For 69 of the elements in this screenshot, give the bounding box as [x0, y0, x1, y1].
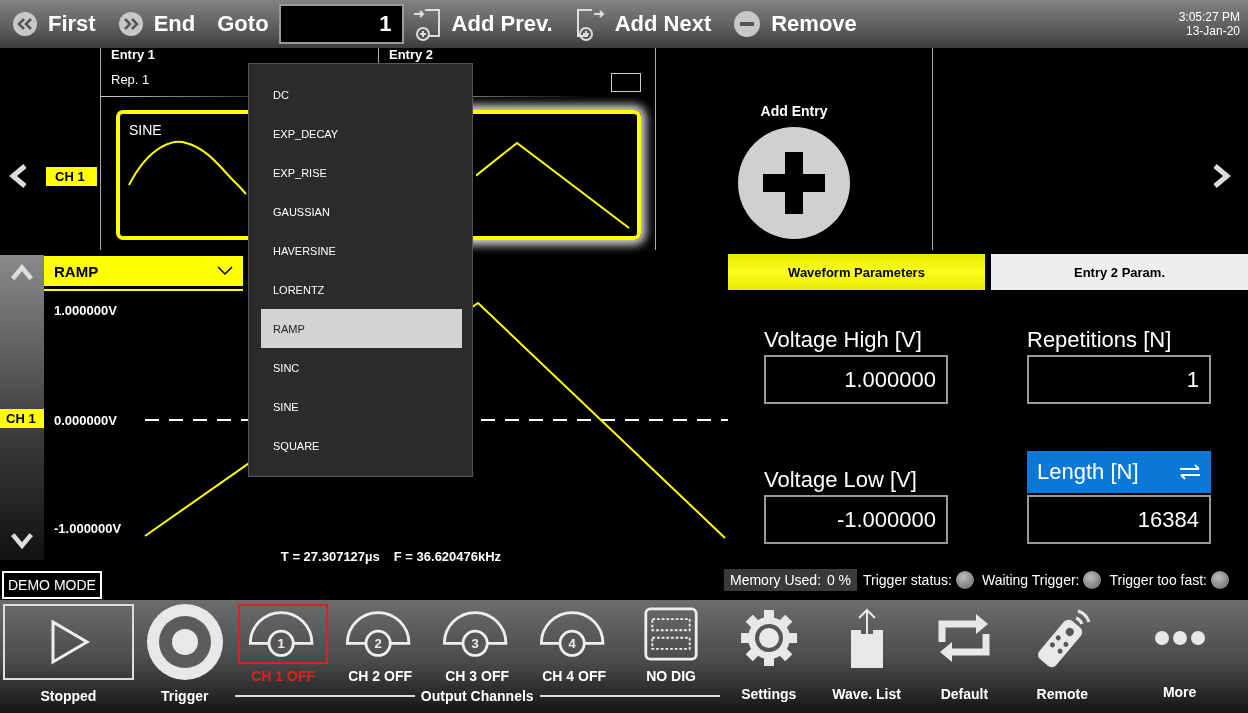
- settings-button[interactable]: Settings: [719, 604, 818, 702]
- dropdown-option[interactable]: SINE: [261, 387, 462, 426]
- frequency-readout: F = 36.620476kHz: [393, 549, 502, 565]
- first-button[interactable]: First: [12, 11, 96, 37]
- channel-scroll-bar[interactable]: CH 1: [0, 255, 44, 560]
- indicator-label: Trigger too fast:: [1109, 572, 1207, 588]
- memory-value: 0 %: [826, 572, 851, 588]
- run-button[interactable]: Stopped: [2, 604, 135, 704]
- waveform-select[interactable]: RAMP: [44, 256, 243, 286]
- chevron-down-icon: [217, 266, 233, 276]
- field-label: Voltage Low [V]: [764, 467, 917, 493]
- number-field[interactable]: 1.000000: [764, 355, 948, 404]
- goto-field[interactable]: 1: [278, 4, 404, 44]
- indicator-label: Waiting Trigger:: [981, 572, 1080, 588]
- tab[interactable]: Entry 2 Param.: [991, 254, 1248, 290]
- more-button[interactable]: More: [1111, 604, 1248, 700]
- channel-button[interactable]: 1 CH 1 OFF: [234, 604, 332, 684]
- add-next-button[interactable]: Add Next: [574, 7, 712, 41]
- demo-mode-badge: DEMO MODE: [2, 571, 102, 599]
- field-label: Repetitions [N]: [1027, 327, 1172, 353]
- dropdown-option[interactable]: SQUARE: [261, 426, 462, 465]
- dropdown-option[interactable]: LORENTZ: [261, 270, 462, 309]
- indicator-label: Trigger status:: [863, 572, 952, 588]
- level-label: 0.000000V: [54, 413, 117, 429]
- entry-title: Entry 2: [389, 48, 434, 62]
- channel-button[interactable]: 4 CH 4 OFF: [525, 604, 623, 684]
- swap-icon: [1179, 464, 1201, 480]
- channel-button[interactable]: 3 CH 3 OFF: [428, 604, 526, 684]
- field-header[interactable]: Length [N]: [1027, 451, 1211, 493]
- number-field[interactable]: 16384: [1027, 495, 1211, 544]
- channel-label: CH 1: [46, 166, 97, 186]
- goto-label: Goto: [217, 11, 269, 37]
- tab[interactable]: Waveform Parameters: [728, 254, 985, 290]
- trigger-button[interactable]: Trigger: [134, 604, 235, 704]
- play-icon: [2, 604, 134, 680]
- level-label: 1.000000V: [54, 303, 117, 319]
- digital-button[interactable]: NO DIG: [622, 604, 720, 684]
- insert-before-icon: [411, 7, 442, 41]
- empty-frame: [611, 73, 641, 92]
- memory-label: Memory Used:: [730, 572, 822, 588]
- channel-label: CH 1: [0, 409, 44, 428]
- number-field[interactable]: -1.000000: [764, 495, 948, 544]
- add-prev-button[interactable]: Add Prev.: [411, 7, 553, 41]
- entry-title: Entry 1: [111, 48, 156, 62]
- channel-button[interactable]: 2 CH 2 OFF: [331, 604, 429, 684]
- group-label: Output Channels: [420, 688, 534, 704]
- clock-date: 13-Jan-20: [1185, 24, 1240, 38]
- entry-repetitions: Rep. 1: [111, 73, 151, 87]
- clock-time: 3:05:27 PM: [1178, 10, 1240, 24]
- end-button[interactable]: End: [117, 11, 196, 37]
- level-label: -1.000000V: [54, 521, 122, 537]
- more-icon: [1154, 631, 1205, 645]
- minus-circle-icon: [733, 10, 762, 38]
- remove-button[interactable]: Remove: [733, 10, 857, 38]
- record-icon: [146, 604, 223, 680]
- wave-list-button[interactable]: Wave. List: [817, 604, 916, 702]
- waveform-name: SINE: [129, 122, 162, 138]
- default-button[interactable]: Default: [915, 604, 1014, 702]
- field-label: Length [N]: [1037, 459, 1139, 485]
- dropdown-option[interactable]: SINC: [261, 348, 462, 387]
- field-label: Voltage High [V]: [764, 327, 922, 353]
- period-readout: T = 27.307127µs: [280, 549, 380, 565]
- double-chevron-right-icon: [117, 11, 144, 37]
- number-field[interactable]: 1: [1027, 355, 1211, 404]
- double-chevron-left-icon: [12, 11, 38, 37]
- dropdown-menu[interactable]: DC EXP_DECAY EXP_RISE GAUSSIAN HAVERSINE LORENTZ RAMP SINC SINE SQUARE: [248, 63, 473, 477]
- dropdown-option[interactable]: RAMP: [261, 309, 462, 348]
- remote-button[interactable]: Remote: [1013, 604, 1112, 702]
- insert-after-icon: [574, 7, 605, 41]
